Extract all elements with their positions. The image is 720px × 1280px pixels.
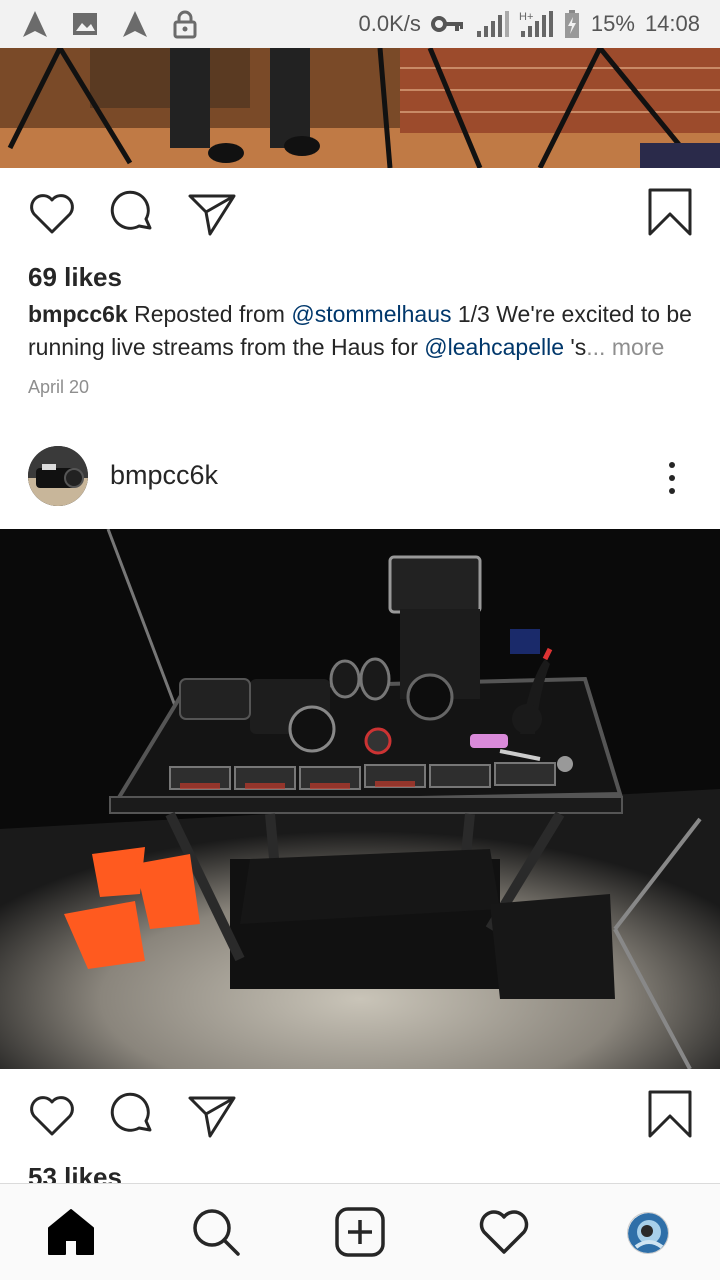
battery-level: 15% xyxy=(590,11,635,36)
comment-icon[interactable] xyxy=(106,1090,158,1142)
post-header: bmpcc6k xyxy=(0,440,720,518)
bookmark-icon[interactable] xyxy=(644,186,696,238)
post-date: April 20 xyxy=(28,377,90,397)
status-bar: 0.0K/s H+ 15% 14:08 xyxy=(0,0,720,48)
nav-arrow-icon xyxy=(123,11,147,37)
bottom-nav xyxy=(0,1183,720,1280)
mention-link[interactable]: @leahcapelle xyxy=(424,334,564,360)
search-icon[interactable] xyxy=(190,1206,242,1258)
avatar[interactable] xyxy=(28,446,88,506)
paper-plane-icon[interactable] xyxy=(186,1090,238,1142)
comment-icon[interactable] xyxy=(106,188,158,240)
post-username[interactable]: bmpcc6k xyxy=(110,460,218,491)
avatar[interactable] xyxy=(627,1212,669,1254)
post-actions xyxy=(0,1070,720,1160)
post-image[interactable] xyxy=(0,529,720,1069)
post-image-previous[interactable] xyxy=(0,48,720,168)
camera-cart-photo xyxy=(0,529,720,1069)
likes-count[interactable]: 69 likes xyxy=(28,262,122,293)
caption-text: 's xyxy=(564,334,587,360)
heart-icon[interactable] xyxy=(26,188,78,240)
battery-icon xyxy=(564,10,579,38)
bookmark-icon[interactable] xyxy=(644,1088,696,1140)
post-caption: bmpcc6k Reposted from @stommelhaus 1/3 W… xyxy=(28,298,698,364)
network-speed: 0.0K/s xyxy=(358,11,421,36)
more-link[interactable]: ... more xyxy=(586,334,664,360)
mention-link[interactable]: @stommelhaus xyxy=(291,301,451,327)
add-post-icon[interactable] xyxy=(334,1206,386,1258)
heart-icon[interactable] xyxy=(478,1206,530,1258)
paper-plane-icon[interactable] xyxy=(186,188,238,240)
network-type: H+ xyxy=(519,11,533,23)
home-icon[interactable] xyxy=(45,1206,97,1258)
caption-author[interactable]: bmpcc6k xyxy=(28,301,128,327)
caption-text: Reposted from xyxy=(134,301,292,327)
heart-icon[interactable] xyxy=(26,1090,78,1142)
more-options-icon[interactable] xyxy=(660,460,684,496)
lock-icon xyxy=(173,10,197,39)
studio-floor-photo xyxy=(0,48,720,168)
signal-icon xyxy=(476,11,509,37)
image-icon xyxy=(73,13,97,35)
post-actions xyxy=(0,168,720,258)
key-icon xyxy=(430,16,463,32)
signal-hplus-icon: H+ xyxy=(519,11,553,37)
clock: 14:08 xyxy=(644,11,700,36)
nav-arrow-icon xyxy=(23,11,47,37)
